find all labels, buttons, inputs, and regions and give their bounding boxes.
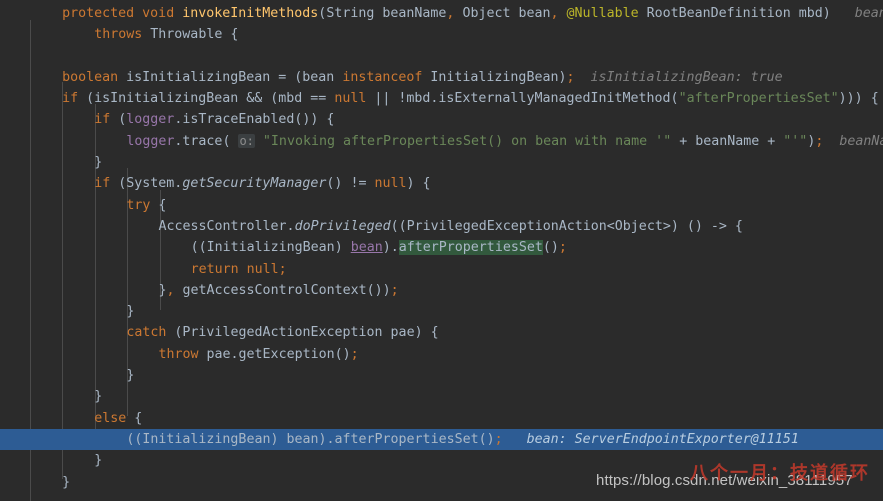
code-token: .trace( [174, 133, 239, 149]
code-token: String [326, 6, 375, 21]
code-token: ))) { [838, 91, 879, 107]
code-token: ; [350, 346, 359, 362]
code-token: } [94, 453, 103, 469]
code-token: (isInitializingBean && (mbd == [86, 91, 335, 107]
keyword-token: else [94, 410, 135, 426]
code-token: ; [494, 431, 503, 447]
code-line[interactable]: if (logger.isTraceEnabled()) { [0, 109, 883, 130]
code-line[interactable]: AccessController.doPrivileged((Privilege… [0, 216, 883, 237]
code-line[interactable]: return null; [0, 259, 883, 280]
code-line[interactable]: }, getAccessControlContext()); [0, 280, 883, 301]
variable-link[interactable]: bean [351, 240, 383, 255]
string-literal: "afterPropertiesSet" [678, 91, 839, 107]
code-line[interactable]: } [0, 365, 883, 386]
code-token: AccessController. [158, 218, 295, 234]
code-token: ) { [406, 176, 431, 192]
code-token: Object [454, 6, 511, 21]
code-line[interactable]: logger.trace( o: "Invoking afterProperti… [0, 131, 883, 152]
keyword-token: , [166, 282, 175, 298]
code-token: || !mbd.isExternallyManagedInitMethod( [374, 91, 679, 107]
code-token: getSecurityManager [182, 176, 327, 192]
parameter-hint[interactable]: o: [238, 133, 255, 148]
method-name-token: invokeInitMethods [182, 6, 319, 21]
code-token: bean [510, 6, 551, 21]
keyword-token: if [62, 91, 87, 107]
code-line[interactable]: throw pae.getException(); [0, 344, 883, 365]
code-token: doPrivileged [294, 218, 391, 234]
inline-hint: bean: ServerEndpointExporter@11151 [502, 431, 799, 447]
code-token: ; [558, 240, 567, 256]
inline-hint: isInitializingBean: true [574, 69, 783, 85]
code-line[interactable]: throws Throwable { [0, 24, 883, 45]
code-line[interactable]: try { [0, 195, 883, 216]
code-token: { [134, 410, 143, 426]
code-line[interactable]: } [0, 152, 883, 173]
annotation-token: @Nullable [566, 6, 639, 21]
code-line[interactable]: if (isInitializingBean && (mbd == null |… [0, 88, 883, 109]
code-token: (PrivilegedActionException pae) { [174, 325, 439, 341]
code-token: } [94, 389, 103, 405]
code-token: () [542, 240, 559, 256]
code-line[interactable]: if (System.getSecurityManager() != null)… [0, 173, 883, 194]
code-token: ((PrivilegedExceptionAction<Object>) () … [390, 218, 743, 234]
code-line[interactable]: boolean isInitializingBean = (bean insta… [0, 67, 883, 88]
keyword-token: if [94, 176, 119, 192]
keyword-token: null [334, 91, 375, 107]
inline-hint: beanName: [854, 6, 883, 21]
keyword-token: return [190, 261, 247, 277]
code-token: isInitializingBean = (bean [126, 69, 343, 85]
code-line[interactable]: else { [0, 408, 883, 429]
field-token: logger [126, 112, 175, 128]
keyword-token: if [94, 112, 119, 128]
code-editor[interactable]: protected void invokeInitMethods(String … [0, 0, 883, 501]
code-content[interactable]: protected void invokeInitMethods(String … [0, 3, 883, 493]
code-token: getAccessControlContext()) [174, 282, 391, 298]
keyword-token: null [374, 176, 407, 192]
keyword-token: catch [126, 325, 175, 341]
keyword-token: throw [158, 346, 207, 362]
watermark-overlay-text: 八个一月：技道循环 [690, 463, 870, 484]
code-token: (System. [118, 176, 183, 192]
keyword-token: instanceof [342, 69, 431, 85]
code-line[interactable]: catch (PrivilegedActionException pae) { [0, 322, 883, 343]
code-line[interactable]: } [0, 301, 883, 322]
keyword-token: void [142, 6, 183, 21]
string-literal: "Invoking afterPropertiesSet() on bean w… [262, 133, 672, 149]
code-token: } [62, 474, 71, 490]
search-highlight-token: afterPropertiesSet [398, 240, 543, 256]
code-token: ((InitializingBean) [190, 240, 351, 256]
code-token: ). [382, 240, 399, 256]
keyword-token: , [550, 6, 559, 21]
code-line[interactable]: protected void invokeInitMethods(String … [0, 3, 883, 24]
code-token: pae.getException() [206, 346, 351, 362]
code-token: } [94, 155, 103, 171]
code-line-selected[interactable]: ((InitializingBean) bean).afterPropertie… [0, 428, 883, 451]
keyword-token: throws [94, 27, 151, 43]
code-token: Throwable { [150, 27, 239, 43]
keyword-token: null [246, 261, 279, 277]
code-token: RootBeanDefinition mbd) [638, 6, 831, 21]
field-token: logger [126, 133, 175, 149]
code-line[interactable]: } [0, 386, 883, 407]
code-token: ((InitializingBean) bean).afterPropertie… [126, 431, 495, 447]
code-line[interactable]: ((InitializingBean) bean).afterPropertie… [0, 237, 883, 258]
code-token: InitializingBean) [430, 69, 567, 85]
keyword-token: boolean [62, 69, 127, 85]
code-token: ; [390, 282, 399, 298]
code-token: .isTraceEnabled()) { [174, 112, 335, 128]
string-literal: "'" [783, 133, 808, 149]
keyword-token: protected [62, 6, 143, 21]
keyword-token: try [126, 197, 159, 213]
code-token: ; [278, 261, 287, 277]
code-line[interactable] [0, 46, 883, 67]
code-token: } [126, 368, 135, 384]
code-token: + beanName + [671, 133, 784, 149]
inline-hint: beanNam [839, 133, 883, 149]
code-token: { [158, 197, 167, 213]
code-token: () != [326, 176, 375, 192]
code-token: beanName [374, 6, 447, 21]
code-token: } [126, 304, 135, 320]
